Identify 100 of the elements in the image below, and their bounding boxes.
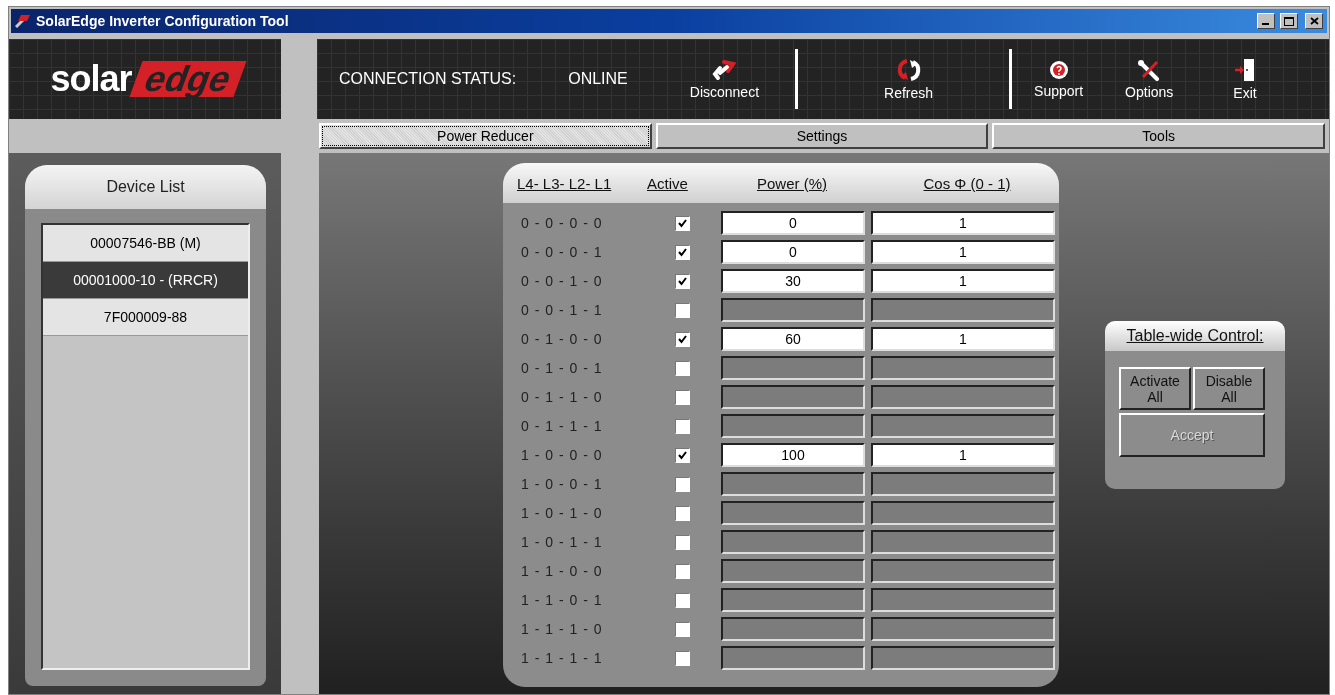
device-item[interactable]: 00007546-BB (M) xyxy=(43,225,248,262)
column-header: L4- L3- L2- L1 xyxy=(517,174,613,192)
cos-field[interactable] xyxy=(871,385,1055,409)
row-code: 1 - 1 - 1 - 0 xyxy=(521,621,604,637)
power-field[interactable] xyxy=(721,385,865,409)
cos-field[interactable] xyxy=(871,530,1055,554)
window-title: SolarEdge Inverter Configuration Tool xyxy=(36,13,290,29)
row-code: 1 - 0 - 1 - 0 xyxy=(521,505,604,521)
active-checkbox[interactable] xyxy=(675,563,690,579)
cos-field[interactable] xyxy=(871,559,1055,583)
device-item[interactable]: 00001000-10 - (RRCR) xyxy=(43,262,248,299)
active-checkbox[interactable] xyxy=(675,360,690,376)
app-icon xyxy=(15,14,31,28)
cos-field[interactable]: 1 xyxy=(871,211,1055,235)
device-list-title: Device List xyxy=(25,165,266,209)
power-field[interactable]: 100 xyxy=(721,443,865,467)
power-field[interactable] xyxy=(721,646,865,670)
checkmark-icon xyxy=(678,247,687,257)
active-checkbox[interactable] xyxy=(675,476,690,492)
cos-field[interactable]: 1 xyxy=(871,443,1055,467)
power-field[interactable]: 0 xyxy=(721,240,865,264)
close-button[interactable] xyxy=(1305,13,1323,29)
status-label: CONNECTION STATUS: xyxy=(339,70,517,88)
toolbar-button[interactable]: Exit xyxy=(1227,57,1263,101)
active-checkbox[interactable] xyxy=(675,621,690,637)
refresh-icon xyxy=(895,57,922,82)
tab[interactable]: Power Reducer xyxy=(319,123,652,149)
power-field[interactable]: 0 xyxy=(721,211,865,235)
power-field[interactable] xyxy=(721,501,865,525)
row-code: 1 - 1 - 1 - 1 xyxy=(521,650,604,666)
minimize-button[interactable] xyxy=(1257,13,1275,29)
column-header: Active xyxy=(647,174,689,192)
row-code: 1 - 0 - 0 - 1 xyxy=(521,476,604,492)
toolbar-button[interactable]: Disconnect xyxy=(683,58,766,100)
active-checkbox[interactable] xyxy=(675,447,690,463)
active-checkbox[interactable] xyxy=(675,215,690,231)
power-field[interactable] xyxy=(721,530,865,554)
tab[interactable]: Settings xyxy=(655,123,989,149)
door-exit-icon xyxy=(1234,57,1257,82)
close-icon xyxy=(1309,17,1319,25)
power-field[interactable]: 60 xyxy=(721,327,865,351)
cos-field[interactable] xyxy=(871,414,1055,438)
active-checkbox[interactable] xyxy=(675,650,690,666)
device-item[interactable]: 7F000009-88 xyxy=(43,299,248,336)
toolbar-button[interactable]: Support xyxy=(1028,59,1090,99)
active-checkbox[interactable] xyxy=(675,418,690,434)
active-checkbox[interactable] xyxy=(675,592,690,608)
cos-field[interactable]: 1 xyxy=(871,327,1055,351)
power-field[interactable]: 30 xyxy=(721,269,865,293)
active-checkbox[interactable] xyxy=(675,273,690,289)
maximize-button[interactable] xyxy=(1280,13,1298,29)
cos-field[interactable] xyxy=(871,356,1055,380)
status-value: ONLINE xyxy=(568,70,628,88)
checkmark-icon xyxy=(678,450,687,460)
active-checkbox[interactable] xyxy=(675,534,690,550)
chain-link-icon xyxy=(712,58,737,81)
row-code: 0 - 0 - 0 - 1 xyxy=(521,244,604,260)
cos-field[interactable] xyxy=(871,472,1055,496)
power-field[interactable] xyxy=(721,588,865,612)
cos-field[interactable]: 1 xyxy=(871,240,1055,264)
cos-field[interactable] xyxy=(871,617,1055,641)
row-code: 0 - 0 - 0 - 0 xyxy=(521,215,604,231)
active-checkbox[interactable] xyxy=(675,505,690,521)
cos-field[interactable] xyxy=(871,588,1055,612)
row-code: 1 - 0 - 1 - 1 xyxy=(521,534,604,550)
power-field[interactable] xyxy=(721,356,865,380)
row-code: 1 - 0 - 0 - 0 xyxy=(521,447,604,463)
cos-field[interactable] xyxy=(871,501,1055,525)
checkmark-icon xyxy=(678,334,687,344)
toolbar-button[interactable]: Options xyxy=(1119,58,1180,100)
column-header: Cos Φ (0 - 1) xyxy=(922,174,1012,192)
active-checkbox[interactable] xyxy=(675,389,690,405)
tools-icon xyxy=(1137,58,1162,81)
control-title: Table-wide Control: xyxy=(1105,321,1285,351)
toolbar-button[interactable]: Refresh xyxy=(878,57,940,101)
row-code: 0 - 0 - 1 - 0 xyxy=(521,273,604,289)
power-field[interactable] xyxy=(721,298,865,322)
power-field[interactable] xyxy=(721,559,865,583)
active-checkbox[interactable] xyxy=(675,331,690,347)
cos-field[interactable] xyxy=(871,646,1055,670)
active-checkbox[interactable] xyxy=(675,302,690,318)
row-code: 1 - 1 - 0 - 0 xyxy=(521,563,604,579)
row-code: 1 - 1 - 0 - 1 xyxy=(521,592,604,608)
row-code: 0 - 1 - 1 - 0 xyxy=(521,389,604,405)
checkmark-icon xyxy=(678,276,687,286)
control-button[interactable]: Disable All xyxy=(1193,367,1265,410)
row-code: 0 - 1 - 0 - 0 xyxy=(521,331,604,347)
tab[interactable]: Tools xyxy=(992,123,1325,149)
control-button[interactable]: Activate All xyxy=(1119,367,1191,410)
cos-field[interactable] xyxy=(871,298,1055,322)
checkmark-icon xyxy=(678,218,687,228)
row-code: 0 - 0 - 1 - 1 xyxy=(521,302,604,318)
row-code: 0 - 1 - 0 - 1 xyxy=(521,360,604,376)
active-checkbox[interactable] xyxy=(675,244,690,260)
maximize-icon xyxy=(1284,16,1294,26)
row-code: 0 - 1 - 1 - 1 xyxy=(521,418,604,434)
cos-field[interactable]: 1 xyxy=(871,269,1055,293)
power-field[interactable] xyxy=(721,414,865,438)
power-field[interactable] xyxy=(721,617,865,641)
power-field[interactable] xyxy=(721,472,865,496)
